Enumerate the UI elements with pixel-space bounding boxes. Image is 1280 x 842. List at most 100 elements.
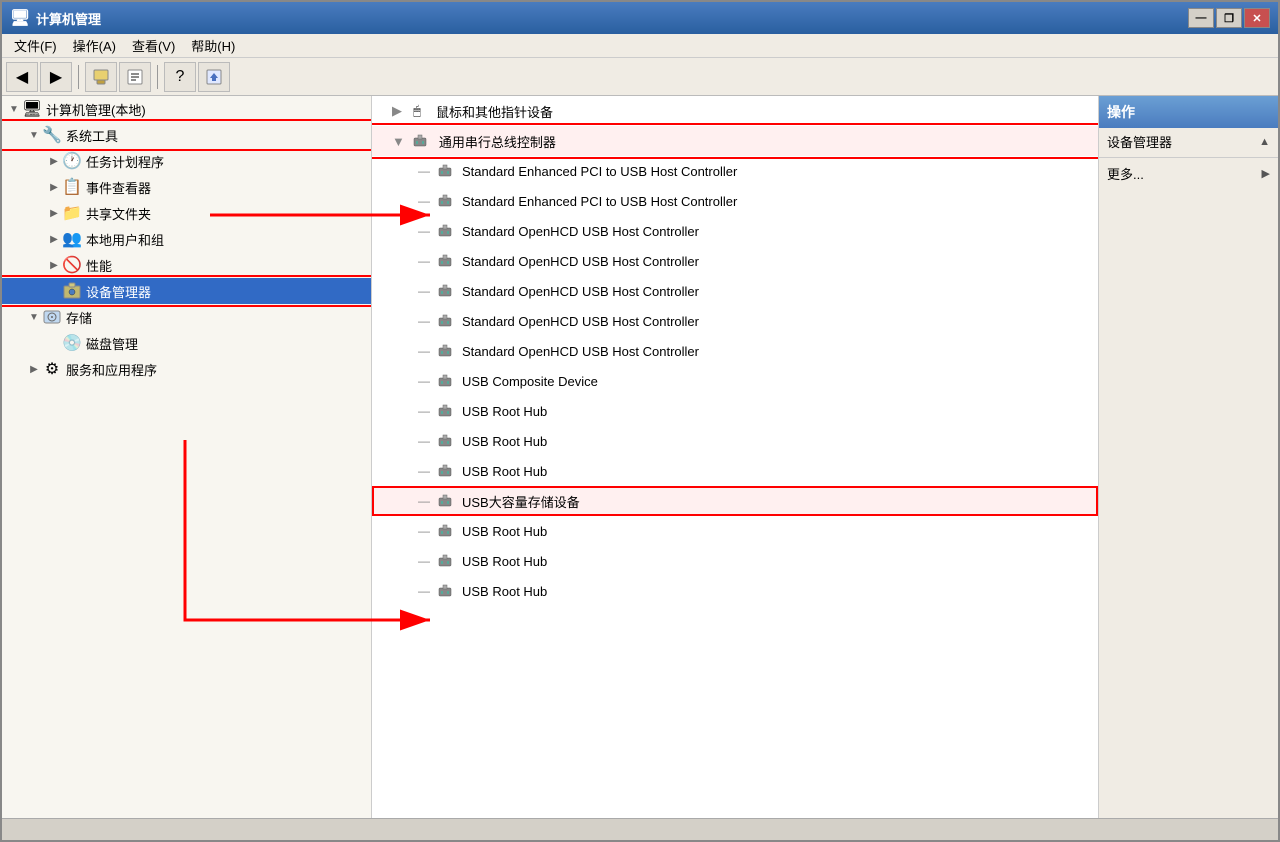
device-connector: — xyxy=(418,194,430,208)
device-connector: — xyxy=(418,314,430,328)
main-area: ▼ 🖥 计算机管理(本地) ▼ 🔧 系统工具 ▶ 🕐 任务计划程序 ▶ 📋 事件… xyxy=(2,96,1278,818)
menu-help[interactable]: 帮助(H) xyxy=(183,34,243,57)
main-window: 🖥 计算机管理 — ❐ ✕ 文件(F) 操作(A) 查看(V) 帮助(H) ◀ … xyxy=(0,0,1280,842)
device-connector: — xyxy=(418,554,430,568)
device-label: USB大容量存储设备 xyxy=(462,492,580,511)
root-expand-icon: ▼ xyxy=(6,101,22,117)
device-list-item[interactable]: — USB Root Hub xyxy=(372,576,1098,606)
device-list-item[interactable]: — Standard OpenHCD USB Host Controller xyxy=(372,246,1098,276)
task-expand-icon: ▶ xyxy=(46,153,62,169)
mouse-category[interactable]: ▶ 🖱 鼠标和其他指针设备 xyxy=(372,96,1098,126)
task-icon: 🕐 xyxy=(62,151,82,171)
back-button[interactable]: ◀ xyxy=(6,62,38,92)
center-panel[interactable]: ▶ 🖱 鼠标和其他指针设备 ▼ 通用串行总线控制器 — Standard Enh… xyxy=(372,96,1098,818)
system-tools-label: 系统工具 xyxy=(66,126,118,145)
title-bar: 🖥 计算机管理 — ❐ ✕ xyxy=(2,2,1278,34)
close-button[interactable]: ✕ xyxy=(1244,8,1270,28)
services-icon: ⚙ xyxy=(42,359,62,379)
status-bar xyxy=(2,818,1278,840)
right-panel-title: 操作 xyxy=(1107,104,1135,120)
export-button[interactable] xyxy=(198,62,230,92)
device-list-item[interactable]: — Standard OpenHCD USB Host Controller xyxy=(372,336,1098,366)
usb-device-icon xyxy=(434,520,456,542)
shared-icon: 📁 xyxy=(62,203,82,223)
sidebar-item-storage[interactable]: ▼ 存储 xyxy=(2,304,371,330)
sidebar-item-services[interactable]: ▶ ⚙ 服务和应用程序 xyxy=(2,356,371,382)
device-label: Standard OpenHCD USB Host Controller xyxy=(462,284,699,299)
disk-label: 磁盘管理 xyxy=(86,334,138,353)
usb-controller-label: 通用串行总线控制器 xyxy=(439,132,556,151)
restore-button[interactable]: ❐ xyxy=(1216,8,1242,28)
sidebar-item-system-tools[interactable]: ▼ 🔧 系统工具 xyxy=(2,122,371,148)
device-list-item[interactable]: — USB Root Hub xyxy=(372,516,1098,546)
usb-controller-category[interactable]: ▼ 通用串行总线控制器 xyxy=(372,126,1098,156)
sidebar-item-performance[interactable]: ▶ 🚫 性能 xyxy=(2,252,371,278)
properties-button[interactable] xyxy=(119,62,151,92)
menu-view[interactable]: 查看(V) xyxy=(124,34,183,57)
sidebar-item-disk-management[interactable]: 💿 磁盘管理 xyxy=(2,330,371,356)
sidebar-item-local-users[interactable]: ▶ 👥 本地用户和组 xyxy=(2,226,371,252)
system-tools-expand-icon: ▼ xyxy=(26,127,42,143)
up-button[interactable] xyxy=(85,62,117,92)
device-list-item[interactable]: — Standard OpenHCD USB Host Controller xyxy=(372,306,1098,336)
minimize-button[interactable]: — xyxy=(1188,8,1214,28)
device-list-item[interactable]: — USB大容量存储设备 xyxy=(372,486,1098,516)
device-connector: — xyxy=(418,164,430,178)
device-list-item[interactable]: — Standard Enhanced PCI to USB Host Cont… xyxy=(372,156,1098,186)
help-button[interactable]: ? xyxy=(164,62,196,92)
device-label: USB Root Hub xyxy=(462,464,547,479)
services-label: 服务和应用程序 xyxy=(66,360,157,379)
sidebar-root[interactable]: ▼ 🖥 计算机管理(本地) xyxy=(2,96,371,122)
right-action-more-label: 更多... xyxy=(1107,164,1262,183)
device-list-item[interactable]: — USB Composite Device xyxy=(372,366,1098,396)
device-connector: — xyxy=(418,374,430,388)
perf-label: 性能 xyxy=(86,256,112,275)
usb-ctrl-icon xyxy=(409,130,431,152)
device-list-item[interactable]: — Standard OpenHCD USB Host Controller xyxy=(372,216,1098,246)
event-expand-icon: ▶ xyxy=(46,179,62,195)
usb-device-icon xyxy=(434,430,456,452)
usb-device-icon xyxy=(434,490,456,512)
usb-device-icon xyxy=(434,370,456,392)
device-connector: — xyxy=(418,494,430,508)
event-label: 事件查看器 xyxy=(86,178,151,197)
disk-icon: 💿 xyxy=(62,333,82,353)
device-list-item[interactable]: — Standard Enhanced PCI to USB Host Cont… xyxy=(372,186,1098,216)
shared-label: 共享文件夹 xyxy=(86,204,151,223)
window-icon: 🖥 xyxy=(10,8,30,28)
sidebar: ▼ 🖥 计算机管理(本地) ▼ 🔧 系统工具 ▶ 🕐 任务计划程序 ▶ 📋 事件… xyxy=(2,96,372,818)
sidebar-item-task-scheduler[interactable]: ▶ 🕐 任务计划程序 xyxy=(2,148,371,174)
device-label: USB Composite Device xyxy=(462,374,598,389)
right-action-device-manager[interactable]: 设备管理器 ▲ xyxy=(1099,128,1278,155)
right-panel: 操作 设备管理器 ▲ 更多... ▶ xyxy=(1098,96,1278,818)
sidebar-item-device-manager[interactable]: 设备管理器 xyxy=(2,278,371,304)
mouse-icon: 🖱 xyxy=(406,100,428,122)
device-connector: — xyxy=(418,224,430,238)
device-list-item[interactable]: — USB Root Hub xyxy=(372,426,1098,456)
menu-action[interactable]: 操作(A) xyxy=(65,34,124,57)
device-label: Standard Enhanced PCI to USB Host Contro… xyxy=(462,194,737,209)
usb-device-icon xyxy=(434,550,456,572)
device-label: Standard OpenHCD USB Host Controller xyxy=(462,314,699,329)
device-list-item[interactable]: — USB Root Hub xyxy=(372,456,1098,486)
device-connector: — xyxy=(418,584,430,598)
device-label: USB Root Hub xyxy=(462,554,547,569)
toolbar-separator-2 xyxy=(157,65,158,89)
right-action-more-arrow: ▶ xyxy=(1262,167,1270,180)
devmgr-icon xyxy=(62,281,82,301)
device-list-item[interactable]: — USB Root Hub xyxy=(372,396,1098,426)
sidebar-item-shared-folders[interactable]: ▶ 📁 共享文件夹 xyxy=(2,200,371,226)
toolbar-separator-1 xyxy=(78,65,79,89)
forward-button[interactable]: ▶ xyxy=(40,62,72,92)
window-controls: — ❐ ✕ xyxy=(1188,8,1270,28)
right-panel-header: 操作 xyxy=(1099,96,1278,128)
menu-file[interactable]: 文件(F) xyxy=(6,34,65,57)
device-list-item[interactable]: — Standard OpenHCD USB Host Controller xyxy=(372,276,1098,306)
users-expand-icon: ▶ xyxy=(46,231,62,247)
device-connector: — xyxy=(418,284,430,298)
devmgr-expand-icon xyxy=(46,283,62,299)
device-list-item[interactable]: — USB Root Hub xyxy=(372,546,1098,576)
sidebar-item-event-viewer[interactable]: ▶ 📋 事件查看器 xyxy=(2,174,371,200)
storage-icon xyxy=(42,307,62,327)
right-action-more[interactable]: 更多... ▶ xyxy=(1099,160,1278,187)
